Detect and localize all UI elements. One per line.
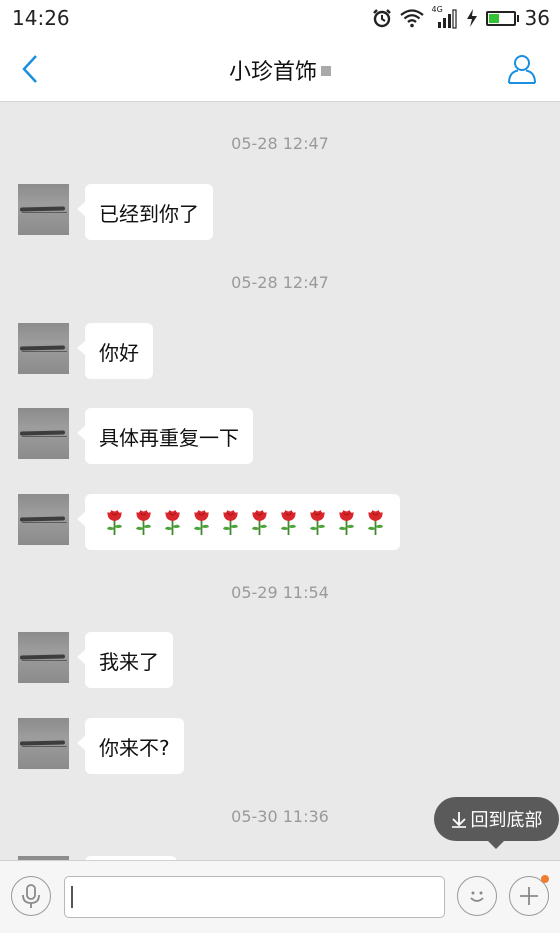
microphone-icon: [22, 884, 40, 908]
notification-dot: [541, 875, 549, 883]
rose-emoji-icon: [194, 510, 209, 535]
emoji-button[interactable]: [457, 876, 497, 916]
rose-emoji-icon: [107, 510, 122, 535]
rose-emoji-icon: [136, 510, 151, 535]
message-bubble[interactable]: 已经到你了: [77, 184, 213, 240]
status-icons: 4G 36: [372, 5, 550, 30]
status-time: 14:26: [12, 6, 70, 30]
message-bubble[interactable]: 你好: [77, 323, 153, 379]
avatar[interactable]: [18, 718, 69, 769]
rose-emoji-icon: [223, 510, 238, 535]
message-text: 你来不?: [99, 735, 170, 760]
message-timestamp: 05-28 12:47: [231, 134, 329, 153]
voice-button[interactable]: [11, 876, 51, 916]
avatar[interactable]: [18, 494, 69, 545]
battery-icon: 36: [485, 6, 550, 30]
input-bar: [0, 860, 560, 933]
rose-emoji-icon: [281, 510, 296, 535]
status-bar: 14:26 4G 36: [0, 0, 560, 36]
message-text: 具体再重复一下: [99, 425, 239, 450]
status-dot: [321, 66, 331, 76]
avatar[interactable]: [18, 184, 69, 235]
rose-emoji-icon: [252, 510, 267, 535]
message-text: 我来了: [99, 649, 159, 674]
battery-fill: [488, 13, 500, 23]
profile-button[interactable]: [506, 53, 538, 85]
rose-emoji-icon: [165, 510, 180, 535]
wifi-icon: [399, 9, 424, 28]
message-timestamp: 05-29 11:54: [231, 583, 329, 602]
rose-emoji-row: [99, 508, 386, 536]
scroll-to-bottom-label: 回到底部: [470, 810, 543, 831]
avatar[interactable]: [18, 323, 69, 374]
cell-signal-icon: 4G: [432, 5, 458, 29]
scroll-to-bottom-button[interactable]: 回到底部: [434, 797, 559, 849]
more-button[interactable]: [509, 875, 549, 916]
message-bubble[interactable]: 我来了: [77, 632, 173, 688]
chat-title: 小珍首饰: [228, 60, 317, 85]
rose-emoji-icon: [310, 510, 325, 535]
charging-icon: [466, 9, 477, 27]
message-text: 已经到你了: [99, 201, 199, 226]
avatar[interactable]: [18, 408, 69, 459]
text-caret: [71, 886, 73, 908]
battery-percent: 36: [524, 6, 550, 30]
rose-emoji-icon: [339, 510, 354, 535]
smiley-icon: [470, 891, 484, 902]
message-bubble[interactable]: 具体再重复一下: [77, 408, 253, 464]
alarm-icon: [372, 9, 391, 28]
message-timestamp: 05-28 12:47: [231, 273, 329, 292]
message-bubble[interactable]: [77, 494, 400, 550]
chat-area[interactable]: 05-28 12:47 已经到你了 05-28 12:47 你好 具体再重复一下…: [0, 103, 560, 860]
arrow-down-icon: [451, 812, 466, 828]
plus-icon: [520, 887, 538, 905]
person-icon: [508, 55, 536, 84]
rose-emoji-icon: [368, 510, 383, 535]
message-bubble[interactable]: 你来不?: [77, 718, 184, 774]
message-text: 你好: [99, 340, 139, 365]
chat-title-wrapper: 小珍首饰: [0, 54, 560, 86]
avatar[interactable]: [18, 632, 69, 683]
nav-bar: 小珍首饰: [0, 36, 560, 102]
message-input[interactable]: [64, 876, 445, 918]
